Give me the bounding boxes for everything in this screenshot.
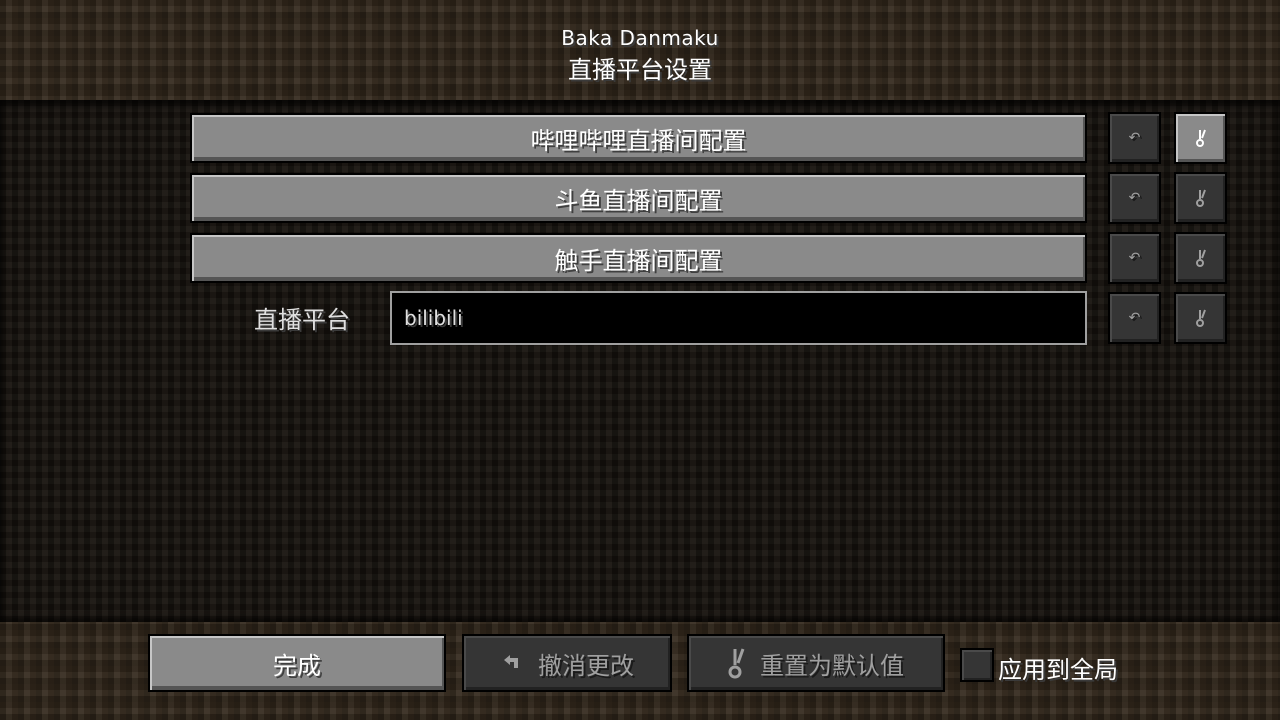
- reset-default-icon: [1195, 189, 1206, 207]
- reset-row-4-button[interactable]: [1174, 292, 1227, 344]
- undo-row-4-button[interactable]: ↶: [1108, 292, 1161, 344]
- undo-row-3-button[interactable]: ↶: [1108, 232, 1161, 284]
- platform-label: 直播平台: [254, 306, 350, 334]
- undo-row-1-button[interactable]: ↶: [1108, 112, 1161, 164]
- reset-row-3-button[interactable]: [1174, 232, 1227, 284]
- screen-title: Baka Danmaku: [561, 26, 719, 50]
- platform-input[interactable]: bilibili: [390, 291, 1087, 345]
- row-button-label: 斗鱼直播间配置: [554, 186, 723, 215]
- reset-default-icon: [1195, 249, 1206, 267]
- undo-arrow-icon: [500, 654, 524, 672]
- reset-defaults-button[interactable]: 重置为默认值: [687, 634, 945, 692]
- undo-row-2-button[interactable]: ↶: [1108, 172, 1161, 224]
- reset-row-2-button[interactable]: [1174, 172, 1227, 224]
- chushou-config-button[interactable]: 触手直播间配置: [190, 233, 1087, 283]
- undo-arrow-icon: ↶: [1128, 310, 1141, 326]
- apply-global-checkbox[interactable]: [960, 648, 994, 682]
- reset-default-icon: [728, 647, 746, 679]
- undo-arrow-icon: ↶: [1128, 250, 1141, 266]
- reset-default-icon: [1195, 309, 1206, 327]
- undo-arrow-icon: ↶: [1128, 130, 1141, 146]
- done-button[interactable]: 完成: [148, 634, 446, 692]
- bilibili-config-button[interactable]: 哔哩哔哩直播间配置: [190, 113, 1087, 163]
- row-button-label: 触手直播间配置: [554, 246, 723, 275]
- screen-subtitle: 直播平台设置: [568, 56, 712, 84]
- reset-defaults-label: 重置为默认值: [760, 651, 904, 680]
- reset-row-1-button[interactable]: [1174, 112, 1227, 164]
- undo-arrow-icon: ↶: [1128, 190, 1141, 206]
- apply-global-label: 应用到全局: [998, 656, 1118, 684]
- undo-changes-label: 撤消更改: [538, 651, 634, 680]
- douyu-config-button[interactable]: 斗鱼直播间配置: [190, 173, 1087, 223]
- done-button-label: 完成: [273, 651, 321, 680]
- platform-input-value: bilibili: [404, 306, 463, 330]
- undo-changes-button[interactable]: 撤消更改: [462, 634, 672, 692]
- row-button-label: 哔哩哔哩直播间配置: [530, 126, 747, 155]
- screen-header: Baka Danmaku 直播平台设置: [0, 0, 1280, 100]
- reset-default-icon: [1195, 129, 1206, 147]
